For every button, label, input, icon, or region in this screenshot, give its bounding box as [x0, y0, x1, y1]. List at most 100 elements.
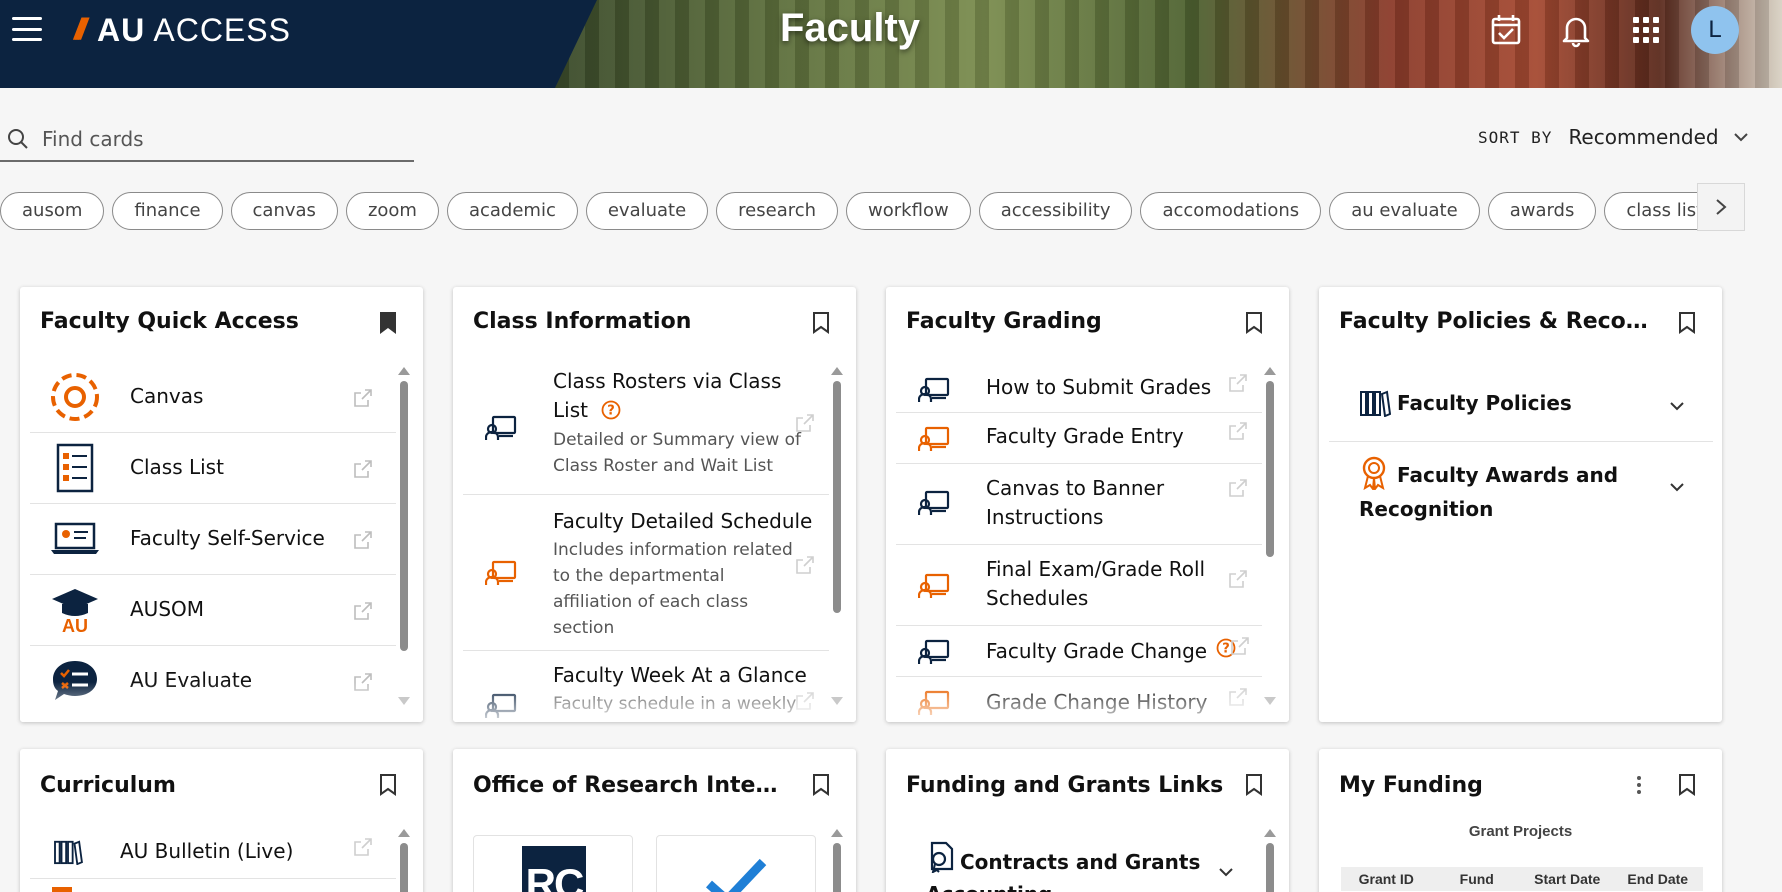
svg-text:?: ? — [607, 404, 615, 419]
apps-grid-icon[interactable] — [1628, 12, 1664, 48]
accordion-faculty-awards[interactable]: Faculty Awards and Recognition — [1329, 442, 1713, 532]
bookmark-outline-icon[interactable] — [812, 311, 830, 335]
external-link-icon — [354, 602, 372, 620]
col-end-date[interactable]: End Date — [1613, 871, 1704, 887]
chip-evaluate[interactable]: evaluate — [585, 192, 709, 230]
au-evaluate-icon — [53, 661, 97, 700]
chip-canvas[interactable]: canvas — [230, 192, 338, 230]
user-avatar[interactable]: L — [1691, 6, 1739, 54]
col-start-date[interactable]: Start Date — [1522, 871, 1613, 887]
list-item-faculty-detailed-schedule[interactable]: Faculty Detailed Schedule Includes infor… — [463, 495, 829, 651]
teacher-board-icon — [918, 573, 950, 598]
teacher-board-icon — [918, 639, 950, 664]
external-link-icon — [354, 389, 372, 407]
scrollbar[interactable] — [1263, 367, 1276, 707]
class-list-icon — [56, 443, 94, 493]
external-link-icon — [796, 414, 814, 432]
grant-projects-title: Grant Projects — [1468, 823, 1573, 840]
search-icon — [8, 129, 28, 149]
external-link-icon — [1231, 637, 1249, 655]
chip-zoom[interactable]: zoom — [345, 192, 439, 230]
calendar-check-icon[interactable] — [1488, 12, 1524, 48]
sort-control[interactable]: SORT BY Recommended — [1478, 122, 1749, 152]
bookmark-outline-icon[interactable] — [1678, 773, 1696, 797]
search-input[interactable] — [42, 127, 402, 151]
sort-value[interactable]: Recommended — [1568, 125, 1718, 149]
more-vertical-icon[interactable] — [1636, 775, 1642, 795]
list-item-canvas-to-banner[interactable]: Canvas to Banner Instructions — [896, 464, 1262, 545]
external-link-icon — [354, 838, 372, 856]
chip-accessibility[interactable]: accessibility — [978, 192, 1133, 230]
chips-next-button[interactable] — [1697, 183, 1745, 231]
bookmark-outline-icon[interactable] — [379, 773, 397, 797]
chip-research[interactable]: research — [716, 192, 839, 230]
campus-banner-image — [555, 0, 1782, 88]
chip-ausom[interactable]: ausom — [0, 192, 105, 230]
list-item-class-rosters[interactable]: Class Rosters via Class List ? Detailed … — [463, 367, 829, 495]
list-item-faculty-grade-change[interactable]: Faculty Grade Change ? — [896, 626, 1262, 677]
bell-icon[interactable] — [1558, 12, 1594, 48]
accordion-faculty-policies[interactable]: Faculty Policies — [1329, 367, 1713, 442]
list-item-au-evaluate[interactable]: AU Evaluate — [30, 646, 396, 717]
scrollbar[interactable] — [397, 367, 410, 707]
scrollbar[interactable] — [830, 829, 843, 892]
find-cards-search — [0, 118, 414, 162]
teacher-board-icon — [918, 426, 950, 451]
list-item-faculty-self-service[interactable]: Faculty Self-Service — [30, 504, 396, 575]
list-item-grade-change-history[interactable]: Grade Change History — [896, 677, 1262, 722]
external-link-icon — [354, 460, 372, 478]
scrollbar[interactable] — [1263, 829, 1276, 892]
list-item-faculty-grade-entry[interactable]: Faculty Grade Entry — [896, 413, 1262, 464]
canvas-logo-icon — [51, 373, 99, 421]
col-fund[interactable]: Fund — [1432, 871, 1523, 887]
card-title: Class Information — [473, 309, 692, 334]
list-item-class-list[interactable]: Class List — [30, 433, 396, 504]
bookmark-outline-icon[interactable] — [812, 773, 830, 797]
top-header: /// AU ACCESS Faculty L — [0, 0, 1782, 88]
au-access-logo[interactable]: /// AU ACCESS — [74, 10, 291, 50]
bookmark-outline-icon[interactable] — [1245, 773, 1263, 797]
list-item-ausom[interactable]: AU AUSOM — [30, 575, 396, 646]
teacher-board-icon — [485, 415, 517, 440]
scrollbar[interactable] — [397, 829, 410, 892]
chevron-down-icon — [1219, 868, 1233, 877]
bookmark-outline-icon[interactable] — [1678, 311, 1696, 335]
chip-au-evaluate[interactable]: au evaluate — [1329, 192, 1480, 230]
chevron-right-icon — [1716, 199, 1727, 215]
chevron-down-icon[interactable] — [1733, 132, 1749, 142]
chip-accomodations[interactable]: accomodations — [1140, 192, 1322, 230]
teacher-board-icon — [918, 490, 950, 515]
list-item-final-exam-grade-roll[interactable]: Final Exam/Grade Roll Schedules — [896, 545, 1262, 626]
tag-filter-chips: ausom finance canvas zoom academic evaluate re… — [0, 192, 1712, 232]
teacher-board-icon — [918, 690, 950, 715]
chip-awards[interactable]: awards — [1487, 192, 1597, 230]
card-faculty-grading: Faculty Grading How to Submit Grades Fac… — [886, 287, 1289, 722]
chip-finance[interactable]: finance — [112, 192, 223, 230]
list-item-faculty-week-at-a-glance[interactable]: Faculty Week At a Glance Faculty schedul… — [463, 651, 829, 722]
teacher-board-icon — [485, 693, 517, 718]
research-tile-check[interactable] — [656, 835, 816, 892]
list-item-canvas[interactable]: Canvas — [30, 362, 396, 433]
list-item-how-to-submit-grades[interactable]: How to Submit Grades — [896, 367, 1262, 413]
accordion-contracts-and-grants[interactable]: Contracts and Grants Accounting — [896, 829, 1262, 892]
bookmark-filled-icon[interactable] — [379, 311, 397, 335]
books-icon — [54, 840, 83, 865]
external-link-icon — [796, 692, 814, 710]
research-tile-rc[interactable]: RC — [473, 835, 633, 892]
checkmark-icon — [706, 858, 767, 892]
page-title: Faculty — [780, 6, 921, 50]
chip-workflow[interactable]: workflow — [846, 192, 971, 230]
bookmark-outline-icon[interactable] — [1245, 311, 1263, 335]
help-icon[interactable]: ? — [601, 400, 621, 420]
menu-icon[interactable] — [10, 14, 44, 44]
list-item-au-bulletin[interactable]: AU Bulletin (Live) — [30, 829, 396, 879]
col-grant-id[interactable]: Grant ID — [1341, 871, 1432, 887]
card-title: Funding and Grants Links — [906, 773, 1224, 798]
external-link-icon — [354, 531, 372, 549]
card-office-of-research-integrity: Office of Research Integrit... RC — [453, 749, 856, 892]
teacher-board-icon — [485, 560, 517, 585]
chip-class-list[interactable]: class list — [1604, 192, 1712, 230]
chip-academic[interactable]: academic — [446, 192, 578, 230]
card-title: Curriculum — [40, 773, 176, 798]
scrollbar[interactable] — [830, 367, 843, 707]
